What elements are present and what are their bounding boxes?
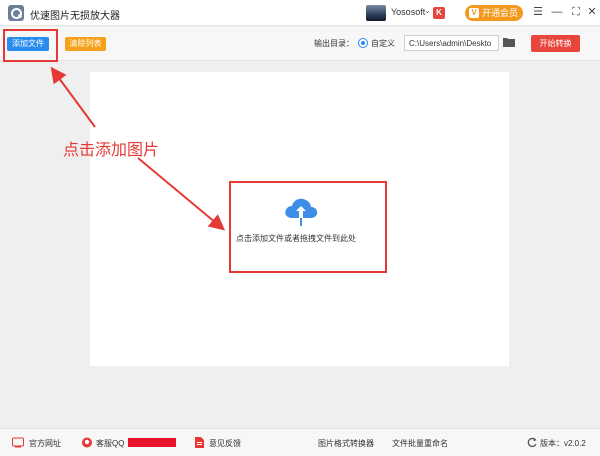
username[interactable]: Yososoft	[391, 7, 425, 17]
annotation-label: 点击添加图片	[63, 142, 160, 159]
pdf-feedback-icon	[195, 437, 204, 448]
folder-icon[interactable]	[503, 37, 515, 47]
crown-icon: V	[469, 8, 479, 18]
minimize-button[interactable]: —	[549, 4, 565, 20]
user-badge-icon: K	[433, 7, 445, 19]
customer-qq-label[interactable]: 客服QQ	[96, 438, 124, 449]
customer-service-icon	[82, 437, 92, 448]
start-convert-button[interactable]: 开始转换	[531, 35, 580, 52]
refresh-icon[interactable]	[526, 437, 538, 448]
app-title: 优速图片无损放大器	[30, 11, 120, 22]
output-path-input[interactable]	[404, 35, 499, 51]
arrow-to-add-file	[50, 66, 96, 128]
annotation-box-add-file	[3, 29, 58, 62]
footer: 官方网址 客服QQ 意见反馈 图片格式转换器 文件批量重命名 版本：v2.0.2	[0, 428, 600, 456]
image-format-converter-link[interactable]: 图片格式转换器	[318, 438, 374, 449]
output-dir-label: 输出目录：	[314, 39, 354, 48]
vip-button[interactable]: V 开通会员	[465, 5, 523, 21]
version-label: 版本：v2.0.2	[540, 439, 586, 448]
feedback-link[interactable]: 意见反馈	[209, 438, 241, 449]
custom-dir-radio-label[interactable]: 自定义	[371, 38, 395, 49]
user-avatar[interactable]	[366, 5, 386, 21]
maximize-button[interactable]: ⛶	[568, 4, 584, 20]
menu-icon[interactable]: ☰	[530, 4, 546, 20]
app-logo-icon	[8, 5, 24, 21]
website-icon	[12, 437, 24, 448]
close-button[interactable]: ✕	[584, 4, 600, 20]
annotation-box-drop-zone	[229, 181, 387, 273]
vip-button-label: 开通会员	[482, 8, 519, 18]
custom-dir-radio[interactable]	[358, 38, 368, 48]
batch-rename-link[interactable]: 文件批量重命名	[392, 438, 448, 449]
toolbar: 添加文件 清除列表 输出目录： 自定义 开始转换	[0, 27, 600, 61]
chevron-down-icon[interactable]: ⌄	[424, 6, 431, 15]
qq-number-redacted	[128, 438, 176, 447]
title-bar: 优速图片无损放大器 Yososoft ⌄ K V 开通会员 ☰ — ⛶ ✕	[0, 0, 600, 26]
clear-list-button[interactable]: 清除列表	[65, 37, 106, 51]
website-link[interactable]: 官方网址	[29, 438, 61, 449]
